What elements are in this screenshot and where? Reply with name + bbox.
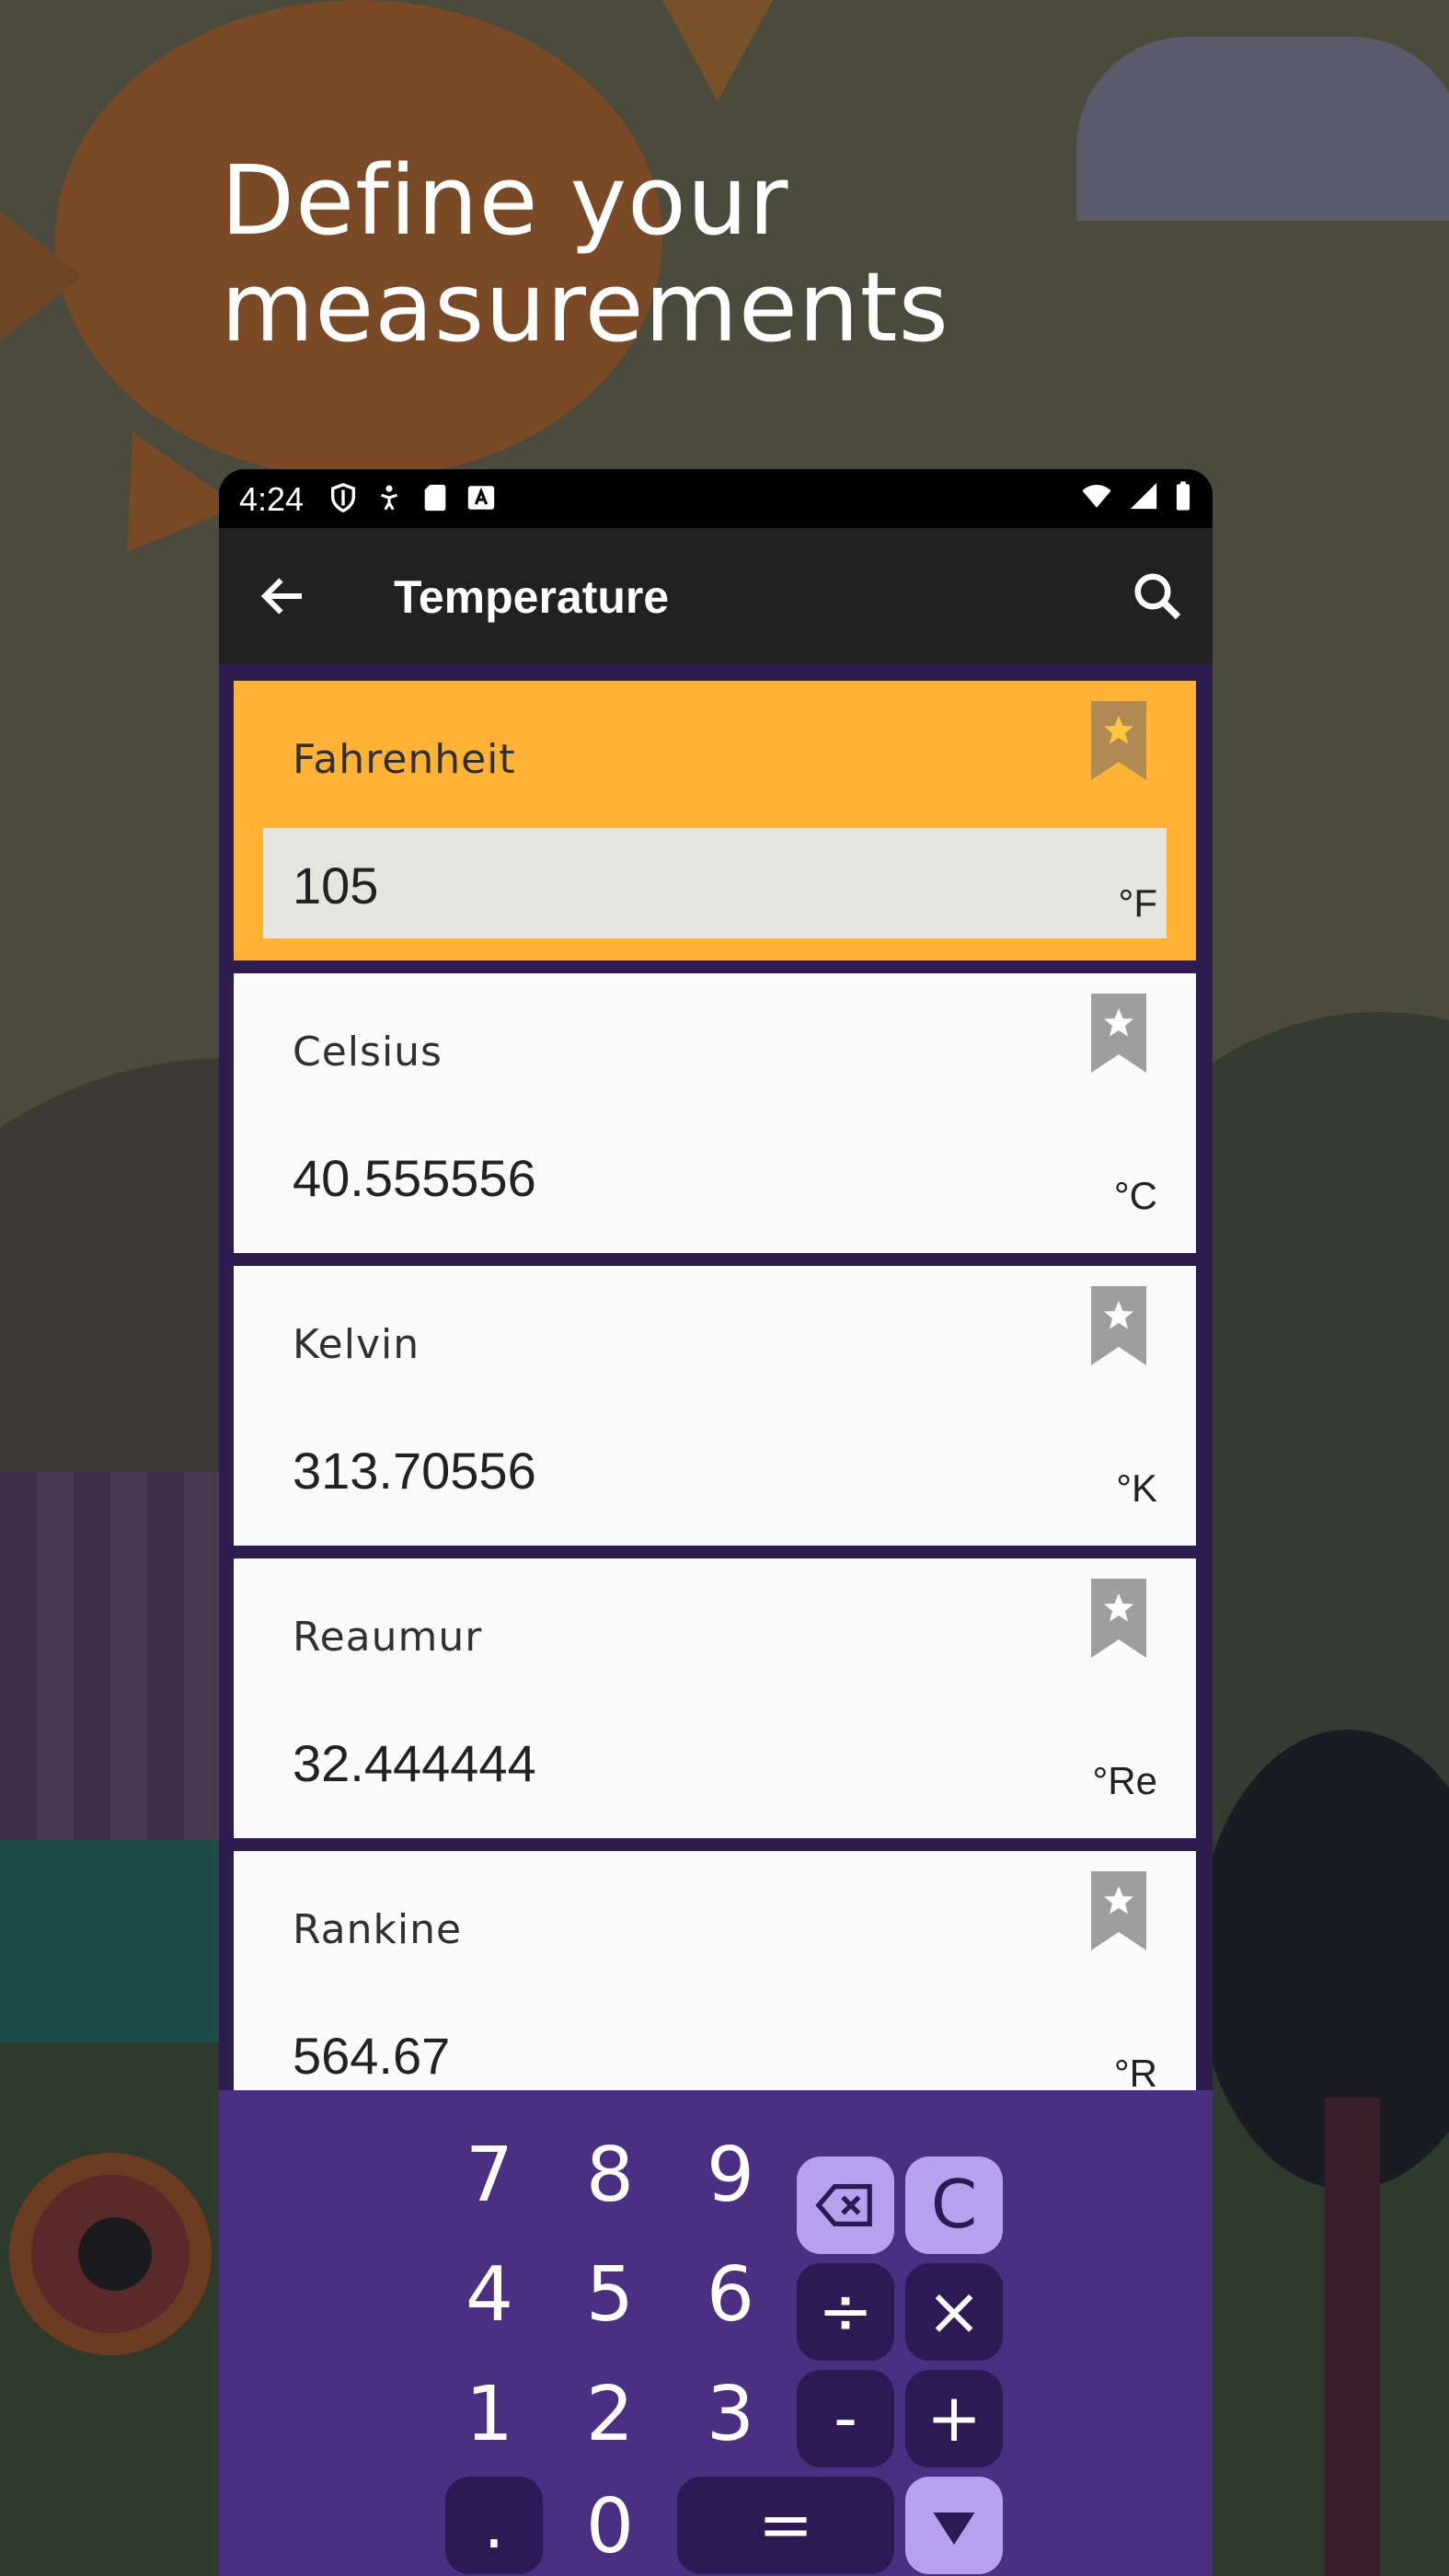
bookmark-star-icon[interactable] bbox=[1091, 1286, 1146, 1365]
status-bar: 4:24 bbox=[219, 469, 1213, 528]
unit-card-fahrenheit[interactable]: Fahrenheit 105 °F bbox=[234, 681, 1196, 960]
key-6[interactable]: 6 bbox=[680, 2245, 781, 2346]
clear-button[interactable]: C bbox=[905, 2156, 1003, 2254]
page-title: Temperature bbox=[394, 571, 670, 623]
bookmark-star-icon[interactable] bbox=[1091, 1579, 1146, 1658]
equals-button[interactable]: = bbox=[677, 2477, 894, 2574]
status-time: 4:24 bbox=[239, 480, 305, 518]
sun-ray-shape bbox=[0, 212, 83, 340]
key-3[interactable]: 3 bbox=[680, 2364, 781, 2466]
unit-value: 313.70556 bbox=[293, 1442, 536, 1500]
wifi-icon bbox=[1082, 484, 1111, 508]
sunflower-center-shape bbox=[78, 2217, 152, 2291]
minus-button[interactable]: - bbox=[797, 2370, 894, 2467]
sun-ray-shape bbox=[662, 0, 773, 101]
accessibility-icon bbox=[381, 485, 397, 511]
keyboard-a-icon bbox=[467, 486, 495, 510]
bookmark-star-icon[interactable] bbox=[1091, 994, 1146, 1073]
field-stripes-shape bbox=[0, 1472, 239, 1858]
promo-headline: Define your measurements bbox=[221, 147, 949, 361]
key-9[interactable]: 9 bbox=[680, 2125, 781, 2226]
unit-name: Kelvin bbox=[293, 1321, 420, 1368]
value-input[interactable] bbox=[263, 828, 1167, 938]
unit-card-kelvin[interactable]: Kelvin 313.70556 °K bbox=[234, 1266, 1196, 1546]
unit-list: Fahrenheit 105 °F Celsius 40.555556 °C K… bbox=[219, 664, 1213, 2099]
backspace-icon bbox=[815, 2183, 872, 2227]
decimal-button[interactable]: . bbox=[445, 2477, 543, 2574]
triangle-down-icon bbox=[933, 2513, 975, 2545]
sun-ray-shape bbox=[75, 431, 238, 590]
key-2[interactable]: 2 bbox=[559, 2364, 661, 2466]
headline-line-1: Define your bbox=[221, 144, 789, 257]
battery-icon bbox=[1176, 481, 1190, 511]
collapse-keypad-button[interactable] bbox=[905, 2477, 1003, 2574]
unit-value: 564.67 bbox=[293, 2027, 451, 2085]
tree-trunk-shape bbox=[1325, 2098, 1380, 2576]
unit-name: Reaumur bbox=[293, 1614, 483, 1661]
bookmark-star-icon[interactable] bbox=[1091, 1871, 1146, 1950]
key-7[interactable]: 7 bbox=[439, 2125, 540, 2226]
unit-card-celsius[interactable]: Celsius 40.555556 °C bbox=[234, 973, 1196, 1253]
unit-name: Celsius bbox=[293, 1029, 443, 1075]
unit-symbol: °F bbox=[1118, 881, 1157, 925]
unit-value: 32.444444 bbox=[293, 1734, 536, 1792]
plus-button[interactable]: + bbox=[905, 2370, 1003, 2467]
cloud-shape bbox=[1076, 37, 1449, 221]
backspace-button[interactable] bbox=[797, 2156, 894, 2254]
app-bar: Temperature bbox=[219, 528, 1213, 664]
unit-card-reaumur[interactable]: Reaumur 32.444444 °Re bbox=[234, 1558, 1196, 1838]
cell-signal-icon bbox=[1130, 482, 1157, 510]
headline-line-2: measurements bbox=[221, 251, 949, 363]
key-4[interactable]: 4 bbox=[439, 2245, 540, 2346]
unit-symbol: °R bbox=[1113, 2052, 1157, 2095]
unit-name: Fahrenheit bbox=[293, 736, 516, 783]
arrow-left-icon[interactable] bbox=[256, 569, 311, 624]
key-0[interactable]: 0 bbox=[559, 2477, 661, 2576]
divide-button[interactable]: ÷ bbox=[797, 2263, 894, 2361]
search-icon[interactable] bbox=[1130, 569, 1185, 624]
keypad: 7 8 9 C 4 5 6 ÷ × 1 2 3 - + . 0 = bbox=[219, 2090, 1213, 2576]
unit-card-rankine[interactable]: Rankine 564.67 °R bbox=[234, 1851, 1196, 2099]
shield-icon bbox=[330, 483, 356, 513]
key-1[interactable]: 1 bbox=[439, 2364, 540, 2466]
phone-screen: 4:24 Temperature Fahrenheit 105 °F Celsi bbox=[219, 469, 1213, 2576]
unit-symbol: °C bbox=[1113, 1174, 1157, 1217]
bookmark-star-icon[interactable] bbox=[1091, 701, 1146, 780]
multiply-button[interactable]: × bbox=[905, 2263, 1003, 2361]
house-shape bbox=[0, 1840, 221, 2042]
unit-symbol: °Re bbox=[1092, 1759, 1158, 1802]
status-icons-left bbox=[328, 482, 497, 513]
key-8[interactable]: 8 bbox=[559, 2125, 661, 2226]
sd-card-icon bbox=[424, 484, 446, 512]
unit-symbol: °K bbox=[1116, 1466, 1157, 1510]
key-5[interactable]: 5 bbox=[559, 2245, 661, 2346]
unit-value: 40.555556 bbox=[293, 1149, 536, 1207]
unit-name: Rankine bbox=[293, 1906, 463, 1953]
unit-value: 105 bbox=[293, 857, 379, 914]
status-icons-right bbox=[1078, 480, 1194, 512]
